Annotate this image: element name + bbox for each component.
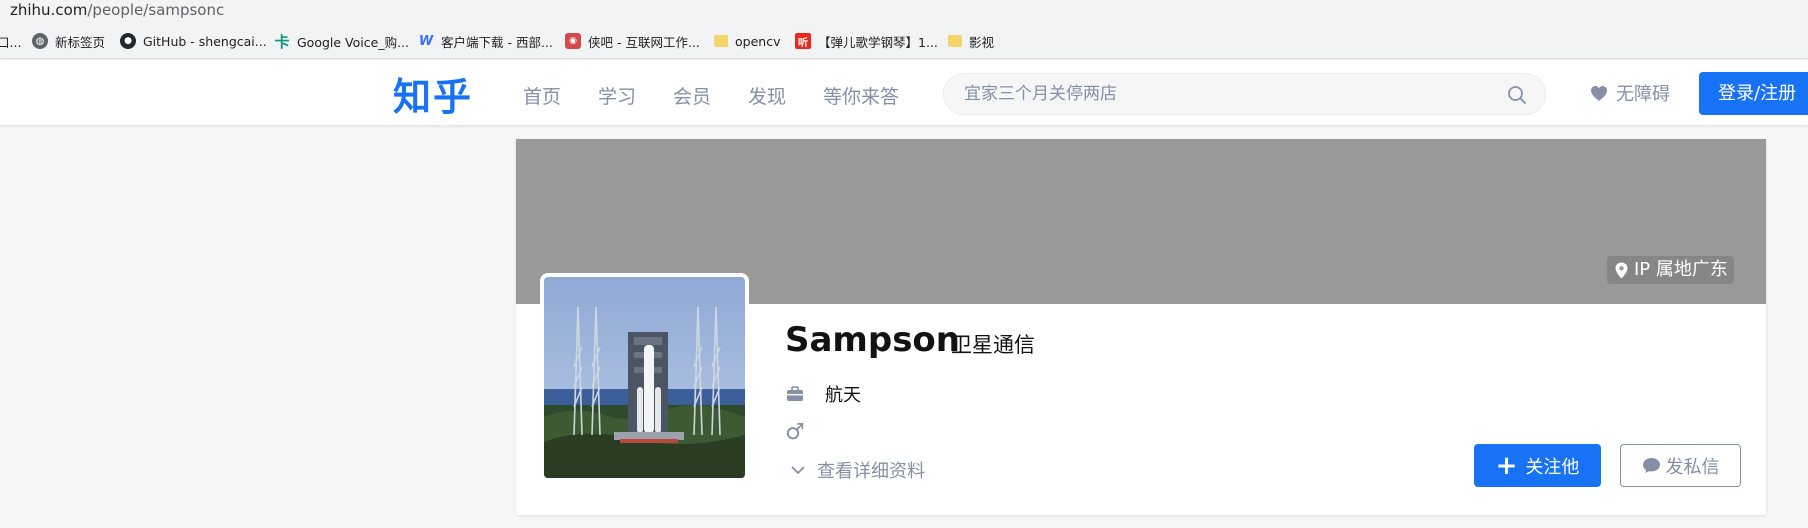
- ip-location-badge: IP 属地广东: [1607, 256, 1734, 284]
- bookmark-item[interactable]: 影视: [948, 31, 994, 51]
- industry-text: 航天: [825, 385, 861, 406]
- chevron-down-icon: [791, 466, 805, 474]
- bookmark-label: Google Voice_购...: [297, 34, 409, 50]
- search-input[interactable]: [964, 82, 1484, 106]
- bookmark-label: 新标签页: [55, 34, 106, 50]
- bookmarks-bar: 口... ◍ 新标签页 ● GitHub - shengcai... 卡 Goo…: [0, 22, 1808, 59]
- bookmark-item[interactable]: W 客户端下载 - 西部...: [418, 31, 553, 51]
- ip-location-text: IP 属地广东: [1634, 259, 1728, 280]
- bookmark-label: GitHub - shengcai...: [143, 33, 267, 49]
- bookmark-label: opencv: [735, 33, 781, 49]
- search-icon[interactable]: [1507, 85, 1527, 105]
- chat-bubble-icon: [1642, 458, 1660, 473]
- search-box: [943, 73, 1546, 115]
- xiaba-icon: ◉: [565, 33, 581, 49]
- site-header: 知乎 首页 学习 会员 发现 等你来答 无障碍 登录/注册: [0, 60, 1808, 125]
- heart-icon: [1591, 85, 1607, 101]
- globe-icon: ◍: [32, 33, 48, 49]
- nav-item-membership[interactable]: 会员: [673, 82, 711, 109]
- send-message-button[interactable]: 发私信: [1620, 444, 1741, 487]
- bookmark-item[interactable]: opencv: [714, 31, 780, 51]
- accessibility-button[interactable]: 无障碍: [1590, 80, 1670, 106]
- follow-label: 关注他: [1525, 456, 1580, 478]
- ka-icon: 卡: [274, 32, 290, 51]
- follow-button[interactable]: + 关注他: [1474, 444, 1601, 487]
- zhihu-logo[interactable]: 知乎: [393, 66, 473, 121]
- send-message-label: 发私信: [1665, 456, 1720, 478]
- profile-card: IP 属地广东 Sampson 卫星通信 航天 ♂ 查看详细资料 + 关注他 发…: [516, 139, 1766, 515]
- address-bar[interactable]: zhihu.com/people/sampsonc: [0, 0, 1808, 22]
- accessibility-label: 无障碍: [1616, 84, 1670, 105]
- male-gender-icon: ♂: [785, 420, 805, 445]
- industry-row: 航天: [785, 381, 861, 407]
- bookmark-label: 【弹儿歌学钢琴】1...: [818, 34, 938, 50]
- nav-item-waiting-answers[interactable]: 等你来答: [823, 82, 899, 109]
- bookmark-item[interactable]: 口...: [0, 31, 21, 51]
- folder-icon: [948, 35, 962, 47]
- nav-item-home[interactable]: 首页: [523, 82, 561, 109]
- bookmark-label: 影视: [969, 34, 995, 50]
- bookmark-label: 侠吧 - 互联网工作...: [588, 34, 700, 50]
- github-icon: ●: [120, 33, 136, 49]
- login-register-button[interactable]: 登录/注册: [1699, 72, 1808, 115]
- bookmark-item[interactable]: ◍ 新标签页: [32, 31, 105, 51]
- bookmark-item[interactable]: 听 【弹儿歌学钢琴】1...: [795, 31, 938, 51]
- bookmark-label: 客户端下载 - 西部...: [441, 34, 553, 50]
- folder-icon: [714, 35, 728, 47]
- bookmark-item[interactable]: ● GitHub - shengcai...: [120, 31, 267, 51]
- view-details-label: 查看详细资料: [817, 461, 925, 482]
- profile-headline: 卫星通信: [951, 333, 1035, 357]
- bookmark-item[interactable]: ◉ 侠吧 - 互联网工作...: [565, 31, 700, 51]
- plus-icon: +: [1495, 450, 1518, 481]
- nav-item-discover[interactable]: 发现: [748, 82, 786, 109]
- location-pin-icon: [1615, 262, 1628, 278]
- briefcase-icon: [785, 386, 805, 402]
- nav-item-learn[interactable]: 学习: [598, 82, 636, 109]
- bookmark-item[interactable]: 卡 Google Voice_购...: [274, 31, 409, 51]
- avatar[interactable]: [540, 273, 749, 482]
- avatar-image: [544, 277, 745, 478]
- view-details-link[interactable]: 查看详细资料: [791, 457, 925, 483]
- url-text[interactable]: zhihu.com/people/sampsonc: [10, 1, 224, 19]
- gender-row: ♂: [785, 420, 825, 445]
- profile-name: Sampson: [785, 320, 960, 360]
- bookmark-label: 口...: [0, 34, 22, 50]
- ting-icon: 听: [795, 33, 811, 49]
- w-icon: W: [418, 33, 434, 49]
